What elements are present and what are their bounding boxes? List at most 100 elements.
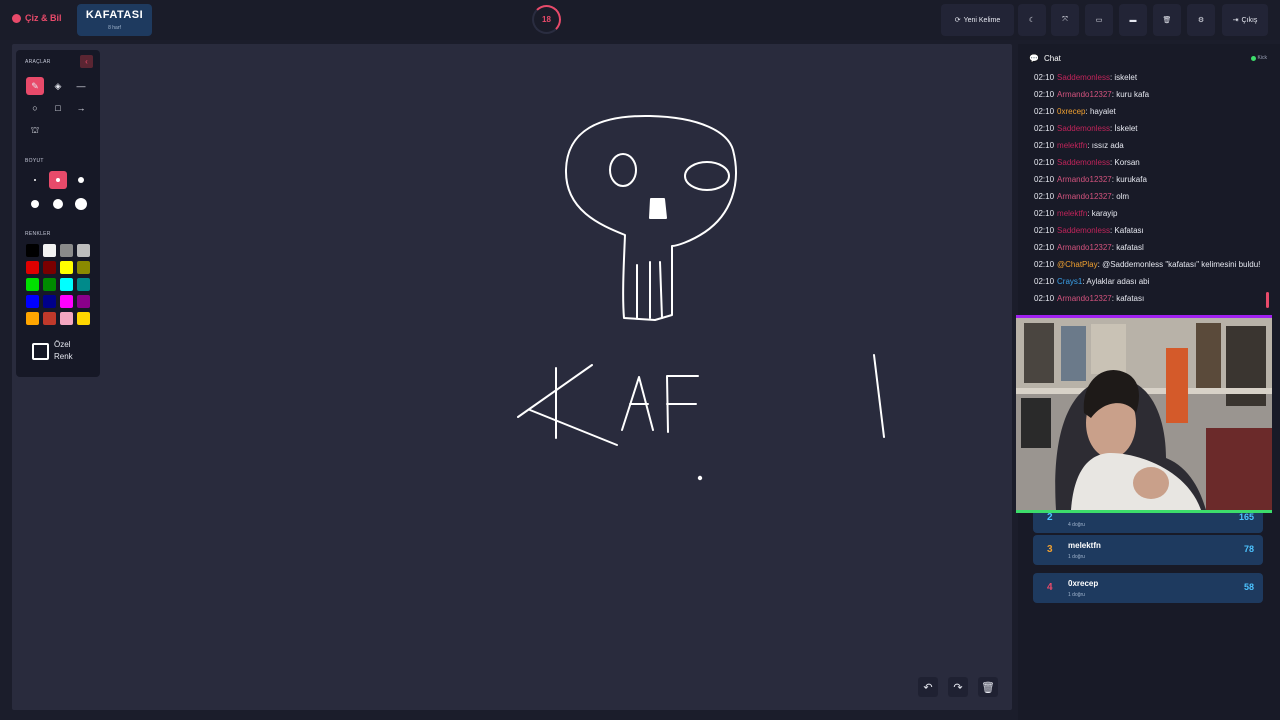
size-option-4[interactable] (26, 195, 44, 213)
drawing-canvas[interactable] (12, 44, 1012, 710)
size-option-6[interactable] (72, 195, 90, 213)
message-text: Korsan (1114, 158, 1140, 167)
message-time: 02:10 (1034, 141, 1055, 150)
message-user[interactable]: Armando12327 (1057, 294, 1112, 303)
color-swatch[interactable] (77, 295, 90, 308)
settings-button[interactable]: ⚙ (1187, 4, 1215, 36)
message-user[interactable]: @ChatPlay (1057, 260, 1098, 269)
message-text: hayalet (1089, 107, 1116, 116)
fullscreen-button[interactable]: ⤧ (1051, 4, 1079, 36)
message-user[interactable]: Crays1 (1057, 277, 1082, 286)
score-row: 4 0xrecep 1 doğru 58 (1033, 573, 1263, 603)
fill-tool[interactable]: ⛫ (26, 122, 44, 140)
message-user[interactable]: Saddemonless (1057, 226, 1110, 235)
delete-button[interactable]: 🗑 (1153, 4, 1181, 36)
tools-section-label: ARAÇLAR (25, 59, 51, 65)
custom-color-button[interactable] (32, 343, 49, 360)
message-user[interactable]: Armando12327 (1057, 192, 1112, 201)
color-swatch[interactable] (43, 312, 56, 325)
message-time: 02:10 (1034, 294, 1055, 303)
color-swatch[interactable] (43, 295, 56, 308)
clear-canvas-button[interactable]: 🗑 (978, 677, 998, 697)
message-user[interactable]: Saddemonless (1057, 158, 1110, 167)
chat-icon: 💬 (1029, 53, 1039, 63)
pencil-icon: ✎ (31, 80, 39, 91)
palette-icon (12, 13, 21, 23)
color-swatch[interactable] (60, 312, 73, 325)
overlay-button[interactable]: ▭ (1085, 4, 1113, 36)
current-word: KAFATASI (85, 9, 144, 21)
message-time: 02:10 (1034, 226, 1055, 235)
message-text: iskelet (1114, 73, 1138, 82)
logout-icon: ⇥ (1232, 17, 1239, 24)
color-swatch[interactable] (26, 312, 39, 325)
color-swatch[interactable] (26, 278, 39, 291)
color-swatch[interactable] (26, 295, 39, 308)
new-word-label: Yeni Kelime (963, 16, 1001, 24)
chat-title: Chat (1043, 53, 1061, 63)
color-swatch[interactable] (26, 261, 39, 274)
message-time: 02:10 (1034, 124, 1055, 133)
size-option-5[interactable] (49, 195, 67, 213)
pencil-tool[interactable]: ✎ (26, 77, 44, 95)
score-rank: 3 (1047, 544, 1053, 555)
message-user[interactable]: Armando12327 (1057, 243, 1112, 252)
color-swatch[interactable] (77, 244, 90, 257)
archive-button[interactable]: ▬ (1119, 4, 1147, 36)
chat-scrollbar[interactable] (1266, 292, 1269, 308)
message-user[interactable]: Saddemonless (1057, 124, 1110, 133)
arrow-tool[interactable]: → (72, 99, 90, 117)
eraser-tool[interactable]: ◈ (49, 77, 67, 95)
message-text: Aylaklar adası abi (1086, 277, 1150, 286)
color-swatch[interactable] (60, 295, 73, 308)
color-swatch[interactable] (26, 244, 39, 257)
collapse-panel-button[interactable]: ‹ (80, 55, 93, 68)
message-user[interactable]: melektfn (1057, 209, 1087, 218)
message-user[interactable]: Armando12327 (1057, 90, 1112, 99)
chat-messages[interactable]: 02:10 Saddemonless: iskelet 02:10 Armando12… (1034, 73, 1264, 311)
color-swatch[interactable] (77, 261, 90, 274)
color-swatch[interactable] (43, 261, 56, 274)
message-time: 02:10 (1034, 243, 1055, 252)
exit-button[interactable]: ⇥ Çıkış (1222, 4, 1268, 36)
rectangle-tool[interactable]: □ (49, 99, 67, 117)
color-swatch[interactable] (60, 261, 73, 274)
chat-message: 02:10 Armando12327: olm (1034, 192, 1264, 209)
color-swatch[interactable] (60, 278, 73, 291)
chat-message: 02:10 @ChatPlay: @Saddemonless "kafatası"… (1034, 260, 1264, 277)
skull-left-eye (609, 153, 637, 187)
arrow-right-icon: → (76, 103, 86, 113)
brand-logo[interactable]: Çiz & Bil (12, 13, 62, 23)
color-swatch[interactable] (43, 244, 56, 257)
color-swatch[interactable] (60, 244, 73, 257)
vertical-stroke (873, 354, 885, 438)
color-swatch[interactable] (77, 278, 90, 291)
message-time: 02:10 (1034, 90, 1055, 99)
undo-button[interactable]: ↶ (918, 677, 938, 697)
message-time: 02:10 (1034, 209, 1055, 218)
color-swatch[interactable] (77, 312, 90, 325)
message-time: 02:10 (1034, 158, 1055, 167)
size-option-3[interactable] (72, 171, 90, 189)
circle-tool[interactable]: ○ (26, 99, 44, 117)
eraser-icon: ◈ (54, 80, 62, 91)
score-points: 78 (1243, 544, 1254, 554)
score-correct-count: 4 doğru (1068, 522, 1085, 528)
new-word-button[interactable]: ⟳ Yeni Kelime (941, 4, 1014, 36)
message-user[interactable]: Saddemonless (1057, 73, 1110, 82)
score-correct-count: 1 doğru (1068, 554, 1085, 560)
message-user[interactable]: melektfn (1057, 141, 1087, 150)
size-option-1[interactable] (26, 171, 44, 189)
exit-label: Çıkış (1241, 16, 1258, 24)
size-option-2[interactable] (49, 171, 67, 189)
skull-teeth (636, 261, 663, 319)
chat-message: 02:10 Saddemonless: iskelet (1034, 73, 1264, 90)
score-rank: 2 (1047, 512, 1053, 523)
theme-toggle-button[interactable]: ☾ (1018, 4, 1046, 36)
redo-button[interactable]: ↷ (948, 677, 968, 697)
color-swatch[interactable] (43, 278, 56, 291)
line-tool[interactable]: — (72, 77, 90, 95)
timer-value: 18 (542, 15, 551, 24)
message-user[interactable]: Armando12327 (1057, 175, 1112, 184)
message-user[interactable]: 0xrecep (1057, 107, 1085, 116)
